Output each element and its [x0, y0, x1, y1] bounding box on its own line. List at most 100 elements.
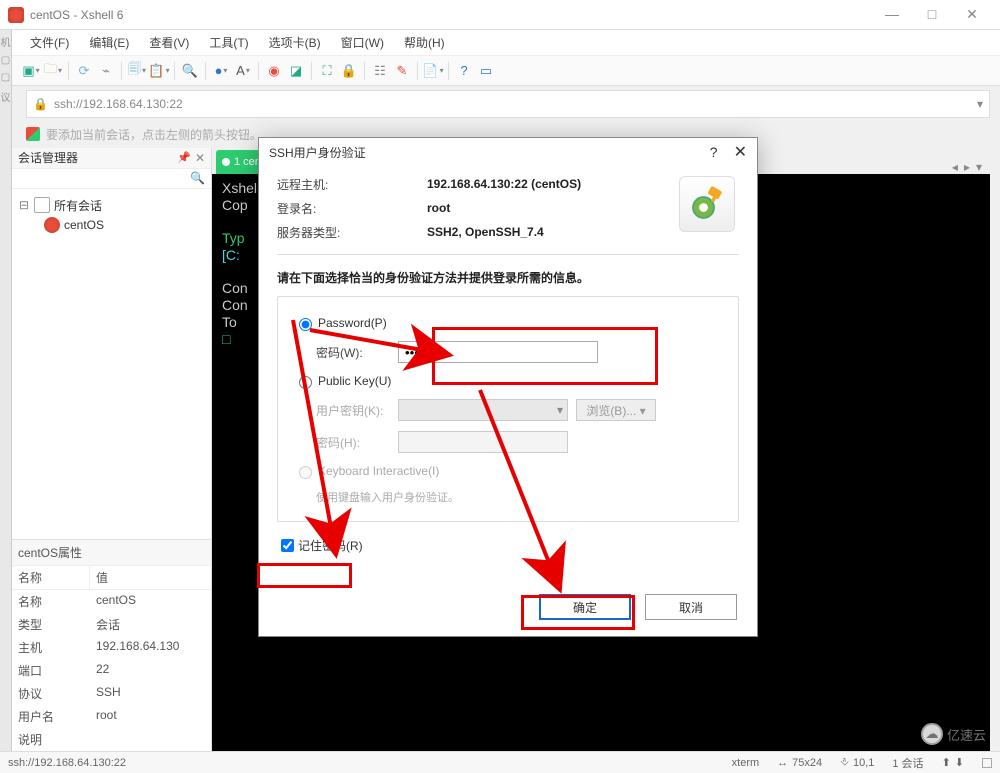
- radio-publickey[interactable]: [299, 376, 312, 389]
- highlight-icon[interactable]: ✎: [393, 62, 411, 80]
- close-button[interactable]: ✕: [952, 6, 992, 23]
- window-title: centOS - Xshell 6: [30, 8, 123, 22]
- prop-hdr-name: 名称: [12, 566, 90, 589]
- radio-keyboard-label: Keyboard Interactive(I): [318, 464, 439, 478]
- app-icon: [8, 7, 24, 23]
- property-row: 主机192.168.64.130: [12, 636, 211, 659]
- new-session-icon[interactable]: ▣: [22, 62, 40, 80]
- menu-view[interactable]: 查看(V): [141, 32, 197, 53]
- passphrase-label: 密码(H):: [294, 434, 398, 451]
- menu-window[interactable]: 窗口(W): [333, 32, 392, 53]
- tree-item-label: centOS: [64, 218, 104, 232]
- password-input[interactable]: [398, 341, 598, 363]
- xftp-icon[interactable]: ◪: [287, 62, 305, 80]
- session-icon: [44, 217, 60, 233]
- login-label: 登录名:: [277, 200, 427, 217]
- remember-label: 记住密码(R): [298, 537, 363, 554]
- dialog-help-icon[interactable]: ?: [710, 144, 718, 160]
- status-pos: ⎀10,1: [840, 756, 874, 769]
- prop-key: 名称: [12, 590, 90, 613]
- prop-val: 会话: [90, 613, 126, 636]
- panel-close-icon[interactable]: ✕: [195, 151, 205, 165]
- radio-publickey-label: Public Key(U): [318, 374, 391, 388]
- tabstrip-menu-icon[interactable]: ▾: [976, 160, 982, 174]
- open-icon[interactable]: 🗀: [44, 62, 62, 80]
- reconnect-icon[interactable]: ⟳: [75, 62, 93, 80]
- download-icon: ⬇: [955, 756, 964, 769]
- menu-edit[interactable]: 编辑(E): [81, 32, 137, 53]
- color-icon[interactable]: ●: [212, 62, 230, 80]
- tabstrip-left-icon[interactable]: ◂: [952, 160, 958, 174]
- fullscreen-icon[interactable]: ⛶: [318, 62, 336, 80]
- userkey-combo: ▾: [398, 399, 568, 421]
- lock-icon: 🔒: [33, 97, 48, 111]
- find-icon[interactable]: 🔍: [181, 62, 199, 80]
- tabstrip-right-icon[interactable]: ▸: [964, 160, 970, 174]
- prop-key: 类型: [12, 613, 90, 636]
- prop-val: 22: [90, 659, 115, 682]
- minimize-button[interactable]: —: [872, 6, 912, 23]
- font-icon[interactable]: A: [234, 62, 252, 80]
- watermark: ☁ 亿速云: [921, 723, 986, 745]
- copy-icon[interactable]: 🗐: [128, 62, 146, 80]
- session-search[interactable]: 🔍: [12, 169, 211, 190]
- address-bar[interactable]: 🔒 ssh://192.168.64.130:22 ▾: [26, 90, 990, 118]
- prop-key: 端口: [12, 659, 90, 682]
- tree-twisty-icon[interactable]: ⊟: [18, 198, 30, 212]
- status-bar: ssh://192.168.64.130:22 xterm ↔75x24 ⎀10…: [0, 751, 1000, 773]
- property-row: 类型会话: [12, 613, 211, 636]
- cursor-icon: ⎀: [840, 756, 849, 769]
- lock-icon[interactable]: 🔒: [340, 62, 358, 80]
- tree-item-centos[interactable]: centOS: [18, 215, 205, 235]
- option-keyboard[interactable]: Keyboard Interactive(I): [294, 463, 722, 479]
- bookmark-flag-icon[interactable]: [26, 127, 40, 141]
- menu-tools[interactable]: 工具(T): [201, 32, 256, 53]
- menu-bar: 文件(F) 编辑(E) 查看(V) 工具(T) 选项卡(B) 窗口(W) 帮助(…: [0, 30, 1000, 56]
- size-icon: ↔: [777, 757, 788, 769]
- session-tree: ⊟ 所有会话 centOS: [12, 189, 211, 539]
- remember-password-row[interactable]: 记住密码(R): [277, 536, 739, 555]
- session-manager-title: 会话管理器: [18, 149, 78, 166]
- servertype-value: SSH2, OpenSSH_7.4: [427, 225, 544, 239]
- status-cap: [982, 758, 992, 768]
- layout-icon[interactable]: ☷: [371, 62, 389, 80]
- remember-checkbox[interactable]: [281, 539, 294, 552]
- chevron-down-icon: ▾: [557, 403, 563, 417]
- paste-icon[interactable]: 📋: [150, 62, 168, 80]
- disconnect-icon[interactable]: ⌁: [97, 62, 115, 80]
- prop-key: 主机: [12, 636, 90, 659]
- folder-icon: [34, 197, 50, 213]
- login-value: root: [427, 201, 450, 215]
- menu-file[interactable]: 文件(F): [22, 32, 77, 53]
- tab-status-icon: [222, 158, 230, 166]
- xshell-icon[interactable]: ◉: [265, 62, 283, 80]
- option-password[interactable]: Password(P): [294, 315, 722, 331]
- tree-root-label: 所有会话: [54, 197, 102, 214]
- cancel-button[interactable]: 取消: [645, 594, 737, 620]
- property-row: 端口22: [12, 659, 211, 682]
- dialog-close-icon[interactable]: ✕: [734, 142, 747, 162]
- pin-icon[interactable]: 📌: [177, 151, 191, 164]
- address-dropdown-icon[interactable]: ▾: [977, 97, 983, 111]
- address-url: ssh://192.168.64.130:22: [54, 97, 183, 111]
- info-icon[interactable]: ▭: [477, 62, 495, 80]
- maximize-button[interactable]: □: [912, 6, 952, 23]
- auth-key-icon: [679, 176, 735, 232]
- script-icon[interactable]: 📄: [424, 62, 442, 80]
- prop-key: 协议: [12, 682, 90, 705]
- tree-root[interactable]: ⊟ 所有会话: [18, 195, 205, 215]
- help-icon[interactable]: ?: [455, 62, 473, 80]
- property-row: 协议SSH: [12, 682, 211, 705]
- ok-button[interactable]: 确定: [539, 594, 631, 620]
- menu-tabs[interactable]: 选项卡(B): [261, 32, 329, 53]
- status-term: xterm: [732, 757, 760, 769]
- radio-password[interactable]: [299, 318, 312, 331]
- prop-val: 192.168.64.130: [90, 636, 185, 659]
- host-value: 192.168.64.130:22 (centOS): [427, 177, 581, 191]
- menu-help[interactable]: 帮助(H): [396, 32, 453, 53]
- status-url: ssh://192.168.64.130:22: [8, 757, 126, 769]
- auth-options-group: Password(P) 密码(W): Public Key(U) 用户密钥(K)…: [277, 296, 739, 522]
- option-publickey[interactable]: Public Key(U): [294, 373, 722, 389]
- watermark-text: 亿速云: [947, 725, 986, 744]
- search-icon: 🔍: [190, 171, 205, 185]
